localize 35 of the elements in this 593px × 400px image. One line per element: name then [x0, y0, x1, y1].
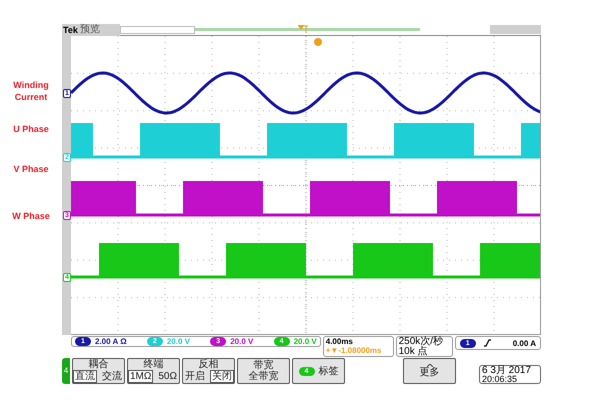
trace-label: U Phase [12, 123, 50, 135]
option[interactable]: 交流 [100, 370, 124, 383]
button-label: 更多 [420, 367, 440, 378]
time: 20:06:35 [482, 375, 518, 384]
timebase-position: +▼-1.08000ms [326, 346, 382, 355]
trigger-position-icon [298, 25, 308, 33]
date: 6 3月 2017 [482, 366, 532, 375]
trigger-marker-icon [314, 38, 322, 46]
menu-button[interactable]: 耦合 直流 交流 [72, 358, 125, 384]
option[interactable]: 关闭 [210, 370, 234, 383]
trace-label: Winding Current [12, 79, 50, 103]
trigger-level: 0.00 A [512, 338, 536, 348]
button-label: 标签 [318, 366, 338, 376]
option[interactable]: 1MΩ [128, 370, 154, 383]
menu-button[interactable]: 更多 [403, 358, 456, 384]
sample-rate: 250k次/秒 [398, 337, 444, 347]
trace-label: V Phase [12, 163, 50, 175]
trace-label: W Phase [11, 210, 51, 222]
option[interactable]: 开启 [183, 370, 207, 383]
brand-label: Tek [63, 26, 78, 34]
record-end-block [490, 25, 541, 34]
channel-scale: 20.0 V [230, 337, 254, 346]
rising-edge-icon [484, 339, 491, 347]
option[interactable]: 50Ω [156, 370, 179, 383]
menu-button[interactable]: 反相 开启 关闭 [182, 358, 235, 384]
caret-icon [426, 364, 432, 367]
timebase-scale: 4.00ms [326, 337, 354, 346]
menu-button[interactable]: 带宽 全带宽 [237, 358, 290, 384]
record-length: 10k 点 [398, 347, 429, 357]
channel-scale: 20.0 V [294, 337, 317, 346]
channel-scale: 20.0 V [166, 337, 190, 346]
option[interactable]: 直流 [73, 370, 97, 383]
channel-scale: 2.00 A Ω [95, 337, 127, 346]
mode-label: 预览 [80, 25, 100, 35]
menu-button[interactable]: 终端 1MΩ 50Ω [127, 358, 180, 384]
